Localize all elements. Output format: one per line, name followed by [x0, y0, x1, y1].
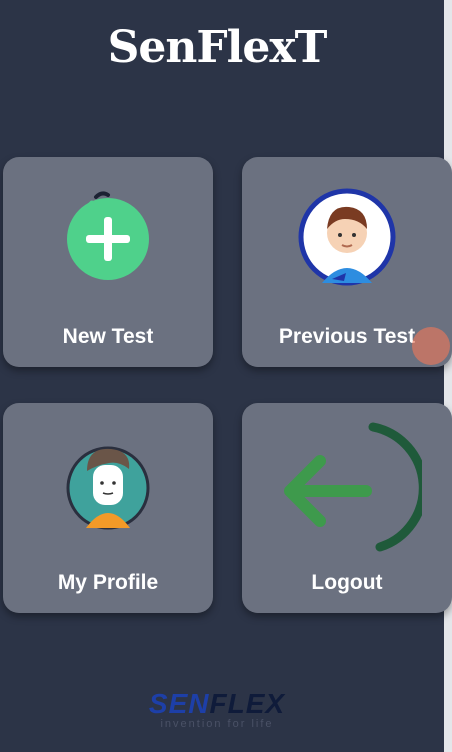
boy-avatar-icon	[242, 179, 452, 289]
brand-footer: SENFLEX invention for life	[0, 688, 434, 730]
logout-arrow-icon	[242, 422, 452, 553]
my-profile-label: My Profile	[57, 571, 159, 594]
app-title: SenFlexT	[107, 22, 328, 73]
logout-label: Logout	[311, 571, 383, 594]
my-profile-button[interactable]: My Profile	[3, 403, 213, 613]
new-test-button[interactable]: New Test	[3, 157, 213, 367]
logout-button[interactable]: Logout	[242, 403, 452, 613]
brand-tagline: invention for life	[160, 718, 274, 730]
add-circle-icon	[3, 179, 213, 289]
profile-avatar-icon	[3, 425, 213, 535]
new-test-label: New Test	[62, 325, 154, 348]
senflex-logo: SENFLEX	[148, 688, 286, 719]
touch-indicator	[412, 327, 450, 365]
screen-edge	[444, 0, 452, 752]
